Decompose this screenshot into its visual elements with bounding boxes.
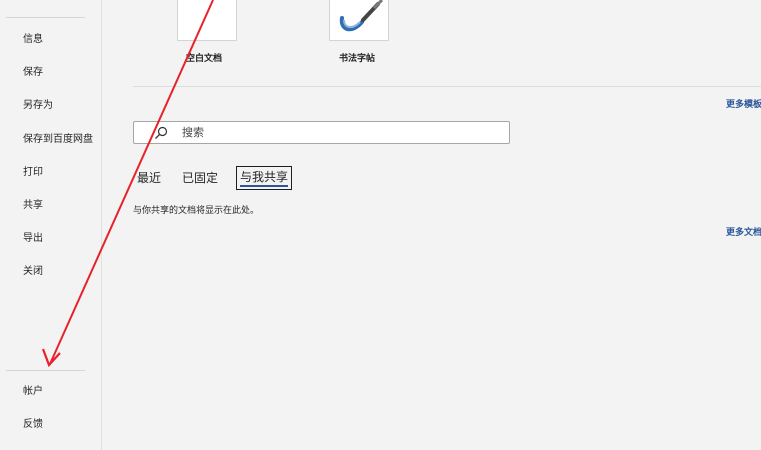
sidebar-item-share[interactable]: 共享 [23,199,43,213]
sidebar-divider-top [6,17,85,18]
backstage-sidebar: 信息 保存 另存为 保存到百度网盘 打印 共享 导出 关闭 帐户 反馈 [0,0,102,450]
active-tab-underline [240,185,289,187]
section-divider [133,86,761,87]
template-label-calligraphy: 书法字帖 [339,54,376,64]
tab-shared-with-me-label: 与我共享 [240,170,289,184]
sidebar-item-print[interactable]: 打印 [23,166,43,180]
tab-recent[interactable]: 最近 [137,166,161,190]
search-input[interactable] [182,124,482,141]
sidebar-divider-bottom [6,370,85,371]
sidebar-item-account[interactable]: 帐户 [23,385,43,399]
search-icon [155,126,168,139]
calligraphy-brush-icon [339,0,384,32]
sidebar-item-save-as[interactable]: 另存为 [23,99,53,113]
more-documents-link[interactable]: 更多文档 [726,225,761,238]
tab-pinned[interactable]: 已固定 [182,166,218,190]
sidebar-item-export[interactable]: 导出 [23,232,43,246]
sidebar-item-info[interactable]: 信息 [23,33,43,47]
shared-empty-message: 与你共享的文档将显示在此处。 [133,206,260,216]
sidebar-item-save-to-baidu[interactable]: 保存到百度网盘 [23,133,93,147]
template-calligraphy[interactable] [329,0,389,41]
sidebar-item-feedback[interactable]: 反馈 [23,418,43,432]
sidebar-item-close[interactable]: 关闭 [23,265,43,279]
template-blank-document[interactable] [177,0,237,41]
tab-shared-with-me[interactable]: 与我共享 [236,166,293,190]
more-templates-link[interactable]: 更多模板 [726,97,761,110]
sidebar-item-save[interactable]: 保存 [23,66,43,80]
template-label-blank: 空白文档 [186,54,223,64]
search-box[interactable] [133,121,510,144]
main-panel: 空白文档 书法字帖 更多模板 最近 已固定 与我共享 与你共享的文档将显示在此处… [102,0,761,450]
